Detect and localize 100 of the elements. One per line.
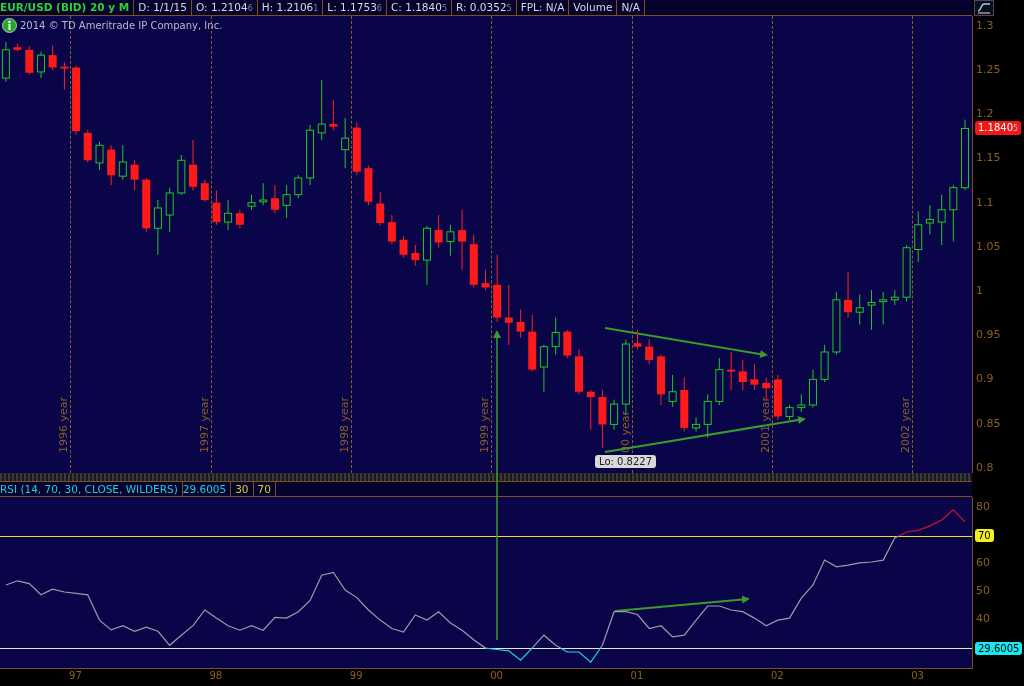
quote-field: Volume [569, 0, 618, 15]
candlestick [317, 79, 326, 141]
candlestick [539, 344, 548, 393]
candlestick [259, 182, 268, 206]
candlestick [844, 271, 853, 319]
price-tick: 0.9 [976, 372, 994, 386]
time-tick: 98 [209, 670, 223, 681]
time-tick: 02 [770, 670, 784, 681]
quote-field: R: 0.0352$_{5}$ [451, 0, 517, 15]
candlestick [212, 189, 221, 226]
rsi-value-tag: 29.6005 [975, 642, 1023, 656]
candlestick [879, 291, 888, 326]
candlestick [855, 294, 864, 326]
candlestick [738, 359, 747, 391]
chart-style-icon[interactable] [974, 0, 994, 16]
candlestick [189, 139, 197, 191]
rsi-tick: 60 [976, 556, 990, 569]
year-label: 1996 year [57, 396, 70, 453]
candlestick [282, 184, 291, 219]
indicator-title: RSI (14, 70, 30, CLOSE, WILDERS) [0, 482, 183, 496]
candlestick [165, 187, 174, 233]
candlestick [516, 309, 525, 339]
candlestick [867, 289, 876, 331]
quote-field: H: 1.2106$_{1}$ [257, 0, 324, 15]
candlestick [95, 141, 104, 171]
price-tick: 0.95 [976, 328, 1001, 342]
candlestick [434, 214, 443, 249]
year-label: 2001 year [759, 396, 772, 453]
candlestick [25, 45, 34, 76]
price-tick: 1.05 [976, 239, 1001, 253]
candlestick [586, 389, 595, 431]
rsi-tick: 50 [976, 584, 990, 597]
quote-field: O: 1.2104$_{6}$ [191, 0, 258, 15]
candlestick [692, 416, 701, 432]
candlestick [551, 317, 560, 356]
price-tick: 0.8 [976, 460, 994, 474]
indicator-level: 70 [253, 482, 276, 496]
candlestick [645, 339, 654, 365]
candlestick [294, 174, 303, 199]
price-tick: 1.15 [976, 151, 1001, 165]
candlestick [200, 179, 209, 203]
candlestick [633, 329, 642, 350]
candlestick [387, 214, 396, 245]
time-tick: 00 [490, 670, 503, 681]
price-tick: 1 [976, 284, 983, 297]
candlestick [668, 374, 677, 408]
price-tick: 1.25 [976, 63, 1001, 77]
year-label: 1997 year [198, 396, 211, 453]
candlestick [481, 269, 490, 291]
copyright-text: 2014 © TD Ameritrade IP Company, Inc. [20, 20, 223, 31]
quote-field: FPL: N/A [516, 0, 570, 15]
candlestick [458, 209, 467, 271]
time-tick: 01 [630, 670, 644, 681]
candlestick [130, 159, 139, 191]
low-price-label: Lo: 0.8227 [595, 455, 657, 468]
year-label: 2002 year [899, 396, 912, 453]
candlestick [224, 199, 233, 231]
quote-field: D: 1/1/15 [134, 0, 192, 15]
quote-field: C: 1.1840$_{5}$ [386, 0, 452, 15]
candlestick [329, 99, 338, 131]
candlestick [48, 44, 57, 71]
time-tick: 03 [911, 670, 924, 681]
price-tick: 1.2 [976, 107, 994, 121]
level-tag: 70 [975, 528, 994, 542]
candlestick [504, 284, 513, 346]
candlestick [727, 351, 736, 391]
candlestick [118, 144, 127, 181]
candlestick [446, 224, 455, 257]
price-tick: 1.3 [976, 18, 994, 32]
candlestick [153, 199, 162, 256]
info-icon[interactable] [2, 18, 17, 33]
candlestick [341, 117, 350, 169]
candlestick [703, 393, 712, 439]
panel-splitter[interactable] [0, 473, 972, 482]
candlestick [60, 61, 69, 91]
time-tick: 99 [349, 670, 363, 681]
year-label: 1999 year [478, 396, 491, 453]
rsi-tick: 80 [976, 499, 990, 513]
candlestick [376, 191, 385, 227]
candlestick [610, 399, 619, 431]
year-label: 1998 year [338, 396, 351, 453]
candlestick [411, 244, 420, 266]
candlestick [563, 329, 572, 359]
candlestick [270, 184, 279, 214]
price-tick: 1.1 [976, 195, 994, 209]
price-tick: 0.85 [976, 416, 1001, 430]
candlestick [235, 209, 244, 229]
candlestick [925, 204, 934, 235]
candlestick [750, 363, 759, 391]
candlestick [937, 194, 946, 246]
time-tick: 97 [69, 670, 82, 681]
rsi-tick: 40 [976, 612, 990, 626]
candlestick [36, 51, 45, 79]
symbol-title: EUR/USD (BID) 20 y M [0, 0, 135, 15]
quote-field: L: 1.1753$_{6}$ [323, 0, 387, 15]
quote-field: N/A [617, 0, 645, 15]
candlestick [949, 184, 958, 243]
indicator-level: 30 [231, 482, 254, 496]
candlestick [399, 235, 408, 258]
indicator-value: 29.6005 [182, 482, 232, 496]
